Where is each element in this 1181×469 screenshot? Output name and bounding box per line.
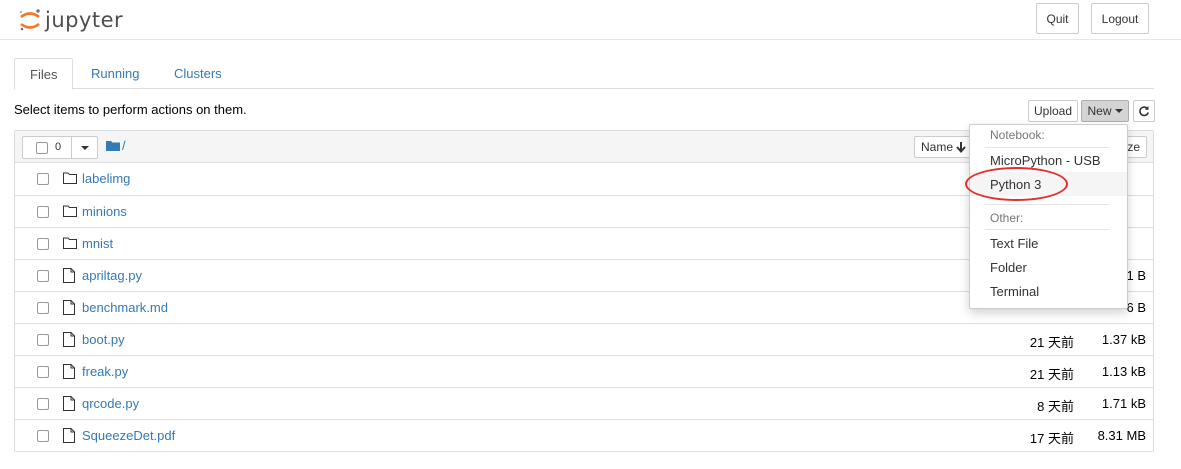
modified-time: 21 天前 (1029, 335, 1074, 350)
new-dropdown-menu: Notebook: MicroPython - USB Python 3 Oth… (969, 124, 1128, 309)
file-icon (63, 300, 77, 316)
sort-name-label: Name (921, 140, 954, 154)
file-name[interactable]: mnist (82, 236, 113, 251)
upload-button[interactable]: Upload (1028, 100, 1078, 122)
selection-hint: Select items to perform actions on them. (14, 102, 247, 117)
list-item[interactable]: freak.py 21 天前 1.13 kB (15, 355, 1153, 387)
select-all-dropdown[interactable]: 0 (22, 136, 98, 159)
row-checkbox[interactable] (37, 270, 49, 282)
file-name[interactable]: boot.py (82, 332, 125, 347)
file-size: 1.37 kB (1101, 332, 1146, 347)
caret-down-icon (1114, 109, 1123, 113)
modified-time: 8 天前 (1037, 399, 1074, 414)
selected-count: 0 (55, 141, 62, 153)
refresh-button[interactable] (1133, 100, 1155, 122)
folder-icon (63, 171, 77, 187)
select-all-checkbox[interactable] (36, 142, 48, 154)
menu-divider (985, 229, 1109, 230)
file-name[interactable]: SqueezeDet.pdf (82, 428, 175, 443)
row-checkbox[interactable] (37, 366, 49, 378)
file-icon (63, 364, 77, 380)
file-size: 8.31 MB (1097, 428, 1146, 443)
menu-divider (985, 204, 1109, 205)
file-name[interactable]: benchmark.md (82, 300, 168, 315)
highlight-annotation-ring (965, 167, 1068, 201)
caret-down-icon[interactable] (81, 146, 89, 150)
row-checkbox[interactable] (37, 334, 49, 346)
new-dropdown-button[interactable]: New (1081, 100, 1129, 122)
list-item[interactable]: boot.py 21 天前 1.37 kB (15, 323, 1153, 355)
menu-item-text-file[interactable]: Text File (970, 231, 1127, 255)
row-checkbox[interactable] (37, 398, 49, 410)
file-icon (63, 268, 77, 284)
folder-icon[interactable] (106, 140, 120, 155)
row-checkbox[interactable] (37, 430, 49, 442)
quit-button[interactable]: Quit (1036, 3, 1079, 34)
file-size: 1.71 kB (1101, 396, 1146, 411)
file-name[interactable]: labelimg (82, 171, 130, 186)
row-checkbox[interactable] (37, 238, 49, 250)
tab-running[interactable]: Running (76, 58, 154, 89)
tab-files[interactable]: Files (14, 58, 74, 90)
menu-item-terminal[interactable]: Terminal (970, 279, 1127, 303)
folder-icon (63, 204, 77, 220)
file-name[interactable]: minions (82, 204, 127, 219)
file-name[interactable]: apriltag.py (82, 268, 142, 283)
file-name[interactable]: qrcode.py (82, 396, 139, 411)
file-name[interactable]: freak.py (82, 364, 128, 379)
file-size: 6 B (1126, 300, 1146, 315)
divider (71, 137, 72, 158)
tab-clusters[interactable]: Clusters (159, 58, 237, 89)
logout-button[interactable]: Logout (1091, 3, 1149, 34)
breadcrumb-root[interactable]: / (122, 138, 126, 153)
file-icon (63, 396, 77, 412)
other-header: Other: (990, 211, 1024, 225)
folder-icon (63, 236, 77, 252)
jupyter-logo[interactable]: jupyter (17, 4, 123, 36)
jupyter-logo-icon (17, 7, 43, 33)
tab-bar: Files Running Clusters (14, 58, 1154, 90)
sort-by-name-button[interactable]: Name (914, 136, 974, 158)
row-checkbox[interactable] (37, 173, 49, 185)
file-icon (63, 428, 77, 444)
arrow-down-icon (956, 141, 966, 153)
top-header: jupyter Quit Logout (0, 0, 1181, 40)
file-size: 1 B (1126, 268, 1146, 283)
modified-time: 17 天前 (1029, 431, 1074, 446)
refresh-icon (1139, 106, 1149, 117)
logo-text: jupyter (45, 8, 124, 32)
list-item[interactable]: SqueezeDet.pdf 17 天前 8.31 MB (15, 419, 1153, 451)
file-icon (63, 332, 77, 348)
notebook-header: Notebook: (990, 128, 1045, 142)
menu-item-folder[interactable]: Folder (970, 255, 1127, 279)
file-size: 1.13 kB (1101, 364, 1146, 379)
new-button-label: New (1087, 104, 1112, 118)
row-checkbox[interactable] (37, 302, 49, 314)
row-checkbox[interactable] (37, 206, 49, 218)
list-item[interactable]: qrcode.py 8 天前 1.71 kB (15, 387, 1153, 419)
modified-time: 21 天前 (1029, 367, 1074, 382)
